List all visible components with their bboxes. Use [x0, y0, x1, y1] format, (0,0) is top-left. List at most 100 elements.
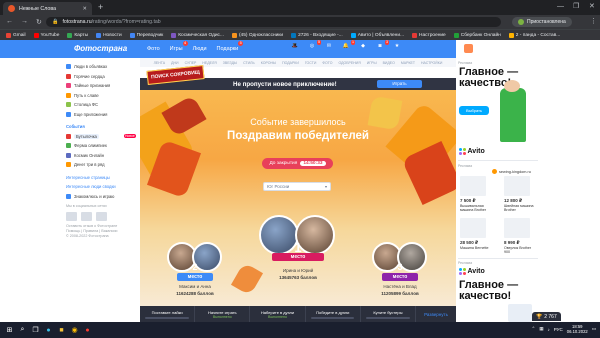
- subnav-item[interactable]: НЕДЕЛЯ: [202, 61, 216, 65]
- nav-item[interactable]: Фото: [147, 46, 160, 52]
- subnav-item[interactable]: НАСТРОЙКИ: [421, 61, 442, 65]
- sidebar-item[interactable]: Тайные признания: [66, 81, 142, 91]
- sidebar-item[interactable]: Еще приложения: [66, 110, 142, 120]
- bookmark-item[interactable]: Космическая Одис...: [171, 32, 224, 38]
- bookmark-item[interactable]: Карты: [67, 32, 88, 38]
- notifications-icon[interactable]: ▭: [592, 326, 596, 332]
- bookmark-item[interactable]: Авито | Объявлени...: [350, 32, 404, 38]
- game-task[interactable]: Начните играть Выполнено: [195, 306, 251, 322]
- sidebar-fans-row[interactable]: Знакомлюсь и играю: [66, 192, 142, 202]
- subnav-item[interactable]: ПОДАРКИ: [282, 61, 299, 65]
- yandex-browser-icon[interactable]: ●: [81, 322, 94, 338]
- ad-product-card[interactable]: 7 500 ₽ Вышивальная машина Brother: [460, 176, 490, 212]
- sidebar-event-item[interactable]: Денег три в ряд: [66, 160, 142, 170]
- network-icon[interactable]: ▦: [539, 326, 543, 332]
- subnav-item[interactable]: КОРОНЫ: [261, 61, 276, 65]
- subnav-item[interactable]: ЗВЕЗДЫ: [223, 61, 237, 65]
- close-window-icon[interactable]: ✕: [589, 1, 595, 12]
- search-icon[interactable]: ⌕: [16, 322, 29, 338]
- volume-icon[interactable]: ♪: [548, 327, 550, 332]
- twitter-icon[interactable]: [81, 212, 92, 221]
- ad-choose-button[interactable]: Выбрать: [459, 106, 489, 115]
- bookmark-item[interactable]: YouTube: [33, 32, 59, 38]
- winner-1-name[interactable]: Ирина и Юрий: [263, 268, 333, 273]
- avito-logo[interactable]: Avito: [459, 148, 485, 155]
- star-icon[interactable]: ★: [392, 43, 402, 49]
- address-bar[interactable]: 🔒 fotostrana.ru/rating/words/?from=ratin…: [46, 17, 501, 27]
- sidebar-item[interactable]: Люди в объявках: [66, 62, 142, 72]
- winner-2-name[interactable]: Максим и Анна: [160, 284, 230, 289]
- subnav-item[interactable]: ОДОБРЕНИЯ: [338, 61, 360, 65]
- sidebar-event-item[interactable]: Ферма олимпиек: [66, 141, 142, 151]
- bookmark-item[interactable]: Gmail: [6, 32, 26, 38]
- bookmark-item[interactable]: 2726 - Входящие -...: [291, 32, 343, 38]
- expand-button[interactable]: Развернуть: [416, 312, 456, 317]
- sidebar-item[interactable]: Путь к славе: [66, 91, 142, 101]
- profile-button[interactable]: Приостановлена: [512, 17, 572, 27]
- subnav-item[interactable]: СУПЕР: [185, 61, 197, 65]
- bookmark-item[interactable]: (45) Одноклассники: [231, 32, 283, 38]
- sidebar-item[interactable]: Столица ФС: [66, 100, 142, 110]
- nav-item[interactable]: Люди: [193, 46, 207, 52]
- camera-icon[interactable]: ◙ 3: [375, 40, 389, 49]
- vk-icon[interactable]: [66, 212, 77, 221]
- diamond-icon[interactable]: ◆: [358, 43, 368, 49]
- close-tab-icon[interactable]: ✕: [83, 6, 87, 12]
- bookmark-item[interactable]: 2 - панда - Состав...: [508, 32, 560, 38]
- chevron-up-icon[interactable]: ⌃: [531, 326, 535, 332]
- back-icon[interactable]: ←: [6, 18, 13, 26]
- file-explorer-icon[interactable]: ■: [55, 322, 68, 338]
- sidebar-event-item[interactable]: Космик Онлайн: [66, 151, 142, 161]
- subnav-item[interactable]: МАРКЕТ: [401, 61, 415, 65]
- keyboard-language[interactable]: РУС: [554, 327, 563, 332]
- subnav-item[interactable]: СТИЛЬ: [243, 61, 255, 65]
- user-menu[interactable]: Юрий ▾: [464, 44, 495, 53]
- game-task[interactable]: Наберите в дуэли Выполнено: [250, 306, 306, 322]
- minimize-icon[interactable]: —: [557, 1, 564, 12]
- youtube-icon[interactable]: [96, 212, 107, 221]
- ad-headline[interactable]: Главное — качество!: [459, 280, 539, 302]
- subnav-item[interactable]: ЛЕНТА: [154, 61, 166, 65]
- chat-icon[interactable]: ✉: [324, 43, 334, 49]
- browser-menu-icon[interactable]: ⋮: [590, 17, 597, 25]
- winner-3-name[interactable]: Настёна и Влад: [365, 284, 435, 289]
- ad-product-card[interactable]: 12 800 ₽ Швейная машина Brother: [504, 176, 534, 212]
- shop-name-row[interactable]: sewing-kingdom.ru: [492, 169, 531, 174]
- windows-start-icon[interactable]: ⊞: [3, 322, 16, 338]
- coins-icon[interactable]: ◎ 5: [307, 40, 321, 49]
- sidebar-link[interactable]: Интересные люди сводки: [66, 182, 142, 192]
- nav-item[interactable]: Игры 4: [170, 41, 188, 52]
- sidebar-link[interactable]: Интересные страницы: [66, 173, 142, 183]
- subnav-item[interactable]: ДНИ: [171, 61, 178, 65]
- play-button[interactable]: Играть: [377, 80, 422, 88]
- sidebar-event-item[interactable]: Бутылочка Новое: [66, 132, 142, 142]
- avito-logo[interactable]: Avito: [459, 268, 485, 275]
- subnav-item[interactable]: ВИДЕО: [383, 61, 395, 65]
- subnav-item[interactable]: ИГРЫ: [367, 61, 377, 65]
- maximize-icon[interactable]: ❐: [573, 1, 579, 12]
- browser-tab[interactable]: Нежные Слова ✕: [3, 2, 92, 15]
- site-logo[interactable]: Фотострана: [74, 44, 127, 53]
- ad-product-card[interactable]: 8 990 ₽ Оверлок Brother 900: [504, 218, 534, 254]
- ad-product-card[interactable]: 28 500 ₽ Машина Bernette: [460, 218, 490, 250]
- bookmark-item[interactable]: Настроение: [412, 32, 446, 38]
- bell-icon[interactable]: 🔔 1: [341, 40, 355, 49]
- sidebar-item[interactable]: Горячие сердца: [66, 72, 142, 82]
- hat-icon[interactable]: 🎩: [290, 43, 300, 49]
- chrome-browser-icon[interactable]: ◉: [68, 322, 81, 338]
- reload-icon[interactable]: ↻: [36, 18, 42, 26]
- game-task[interactable]: Купите бустеры: [361, 306, 417, 322]
- region-select[interactable]: Юг России ▾: [263, 182, 331, 191]
- task-view-icon[interactable]: ❐: [29, 322, 42, 338]
- bookmark-item[interactable]: Новости: [96, 32, 122, 38]
- bookmark-item[interactable]: Переводчик: [129, 32, 163, 38]
- subnav-item[interactable]: ФОТО: [322, 61, 332, 65]
- edge-browser-icon[interactable]: ●: [42, 322, 55, 338]
- clock[interactable]: 18:59 06.10.2022: [567, 324, 588, 334]
- rating-counter[interactable]: 🏆 2 767: [532, 312, 561, 321]
- bookmark-item[interactable]: Сбербанк Онлайн: [453, 32, 501, 38]
- game-task[interactable]: Поставьте лайки: [140, 306, 196, 322]
- subnav-item[interactable]: ГОСТИ: [305, 61, 317, 65]
- forward-icon[interactable]: →: [21, 18, 28, 26]
- new-tab-icon[interactable]: +: [98, 2, 103, 13]
